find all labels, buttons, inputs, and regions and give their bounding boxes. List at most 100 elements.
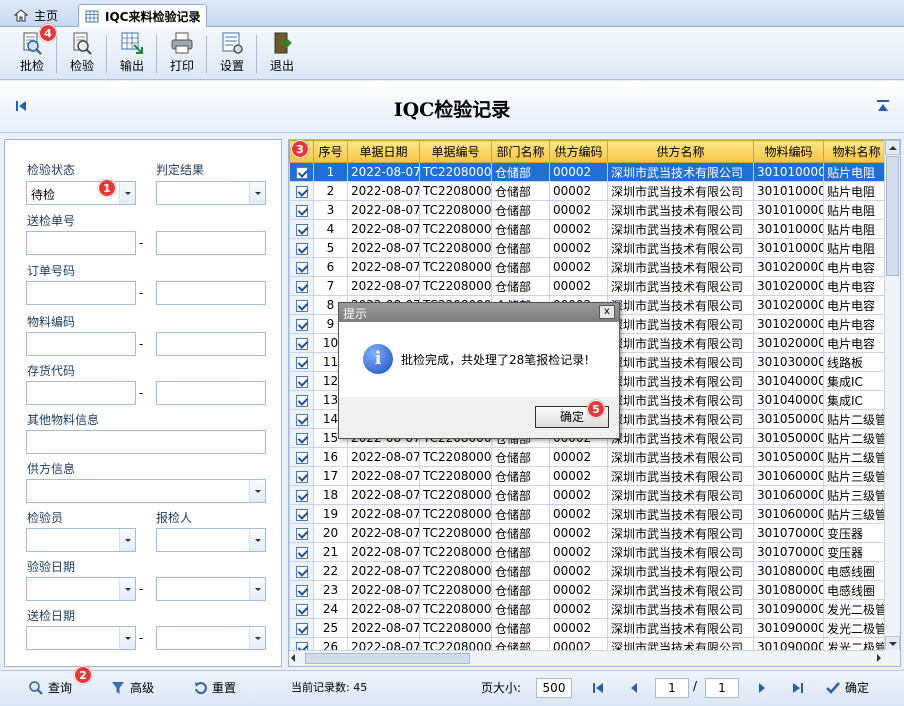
row-checkbox[interactable]	[289, 295, 314, 315]
chevron-down-icon[interactable]	[119, 627, 135, 649]
stock-code-to[interactable]	[156, 381, 266, 405]
table-row[interactable]: 7 2022-08-07 TC22080001 仓储部 00002 深圳市武当技术有限公司…	[289, 276, 890, 296]
row-checkbox[interactable]	[289, 352, 314, 372]
checkbox-checked-icon[interactable]	[295, 318, 308, 331]
collapse-icon[interactable]	[876, 99, 890, 113]
column-header[interactable]: 物料编码	[753, 140, 824, 163]
vertical-scrollbar[interactable]	[884, 140, 900, 651]
row-checkbox[interactable]	[289, 200, 314, 220]
checkbox-checked-icon[interactable]	[295, 394, 308, 407]
send-date-from[interactable]	[26, 626, 136, 650]
reset-button[interactable]: 重置	[192, 679, 236, 696]
inspection-no-from[interactable]	[26, 231, 136, 255]
checkbox-checked-icon[interactable]	[295, 299, 308, 312]
row-checkbox[interactable]	[289, 466, 314, 486]
page-size-input[interactable]: 500	[536, 678, 572, 698]
row-checkbox[interactable]	[289, 371, 314, 391]
scroll-thumb[interactable]	[886, 156, 899, 276]
table-row[interactable]: 4 2022-08-07 TC22080001 仓储部 00002 深圳市武当技术有限公司…	[289, 219, 890, 239]
print-button[interactable]: 打印	[160, 31, 204, 77]
row-checkbox[interactable]	[289, 257, 314, 277]
checkbox-checked-icon[interactable]	[295, 603, 308, 616]
table-row[interactable]: 24 2022-08-07 TC22080001 仓储部 00002 深圳市武当技术有限公…	[289, 599, 890, 619]
checkbox-checked-icon[interactable]	[295, 451, 308, 464]
checkbox-checked-icon[interactable]	[295, 204, 308, 217]
row-checkbox[interactable]	[289, 333, 314, 353]
table-row[interactable]: 2 2022-08-07 TC22080001 仓储部 00002 深圳市武当技术有限公司…	[289, 181, 890, 201]
row-checkbox[interactable]	[289, 523, 314, 543]
row-checkbox[interactable]	[289, 409, 314, 429]
row-checkbox[interactable]	[289, 428, 314, 448]
row-checkbox[interactable]	[289, 181, 314, 201]
row-checkbox[interactable]	[289, 314, 314, 334]
tab-iqc-records[interactable]: IQC来料检验记录	[78, 4, 208, 27]
row-checkbox[interactable]	[289, 485, 314, 505]
chevron-down-icon[interactable]	[249, 182, 265, 204]
next-page-icon[interactable]	[755, 681, 769, 695]
column-header[interactable]: 单据编号	[419, 140, 492, 163]
material-code-to[interactable]	[156, 332, 266, 356]
current-page-input[interactable]: 1	[655, 678, 689, 698]
row-checkbox[interactable]	[289, 162, 314, 182]
table-row[interactable]: 1 2022-08-07 TC22080001 仓储部 00002 深圳市武当技术有限公司…	[289, 162, 890, 182]
table-row[interactable]: 19 2022-08-07 TC22080001 仓储部 00002 深圳市武当技术有限公…	[289, 504, 890, 524]
chevron-down-icon[interactable]	[249, 627, 265, 649]
checkbox-checked-icon[interactable]	[295, 413, 308, 426]
checkbox-checked-icon[interactable]	[295, 527, 308, 540]
column-header[interactable]: 单据日期	[347, 140, 420, 163]
column-header[interactable]: 供方编码	[549, 140, 608, 163]
checkbox-checked-icon[interactable]	[295, 375, 308, 388]
scroll-right-icon[interactable]	[877, 654, 881, 662]
column-header[interactable]: 物料名称	[823, 140, 890, 163]
row-checkbox[interactable]	[289, 238, 314, 258]
checkbox-checked-icon[interactable]	[295, 432, 308, 445]
scroll-left-icon[interactable]	[291, 654, 295, 662]
chevron-down-icon[interactable]	[119, 182, 135, 204]
checkbox-checked-icon[interactable]	[295, 546, 308, 559]
checkbox-checked-icon[interactable]	[295, 223, 308, 236]
row-checkbox[interactable]	[289, 542, 314, 562]
inspect-button[interactable]: 检验	[60, 31, 104, 77]
advanced-button[interactable]: 高级	[110, 679, 154, 696]
chevron-down-icon[interactable]	[249, 529, 265, 551]
table-row[interactable]: 23 2022-08-07 TC22080001 仓储部 00002 深圳市武当技术有限公…	[289, 580, 890, 600]
scroll-down-icon[interactable]	[885, 636, 900, 651]
table-row[interactable]: 6 2022-08-07 TC22080001 仓储部 00002 深圳市武当技术有限公司…	[289, 257, 890, 277]
checkbox-checked-icon[interactable]	[295, 622, 308, 635]
row-checkbox[interactable]	[289, 504, 314, 524]
export-button[interactable]: 输出	[110, 31, 154, 77]
other-info-input[interactable]	[26, 430, 266, 454]
checkbox-checked-icon[interactable]	[295, 166, 308, 179]
confirm-button[interactable]: 确定	[825, 679, 869, 696]
checkbox-checked-icon[interactable]	[295, 242, 308, 255]
result-select[interactable]	[156, 181, 266, 205]
chevron-down-icon[interactable]	[249, 578, 265, 600]
chevron-down-icon[interactable]	[249, 480, 265, 502]
row-checkbox[interactable]	[289, 276, 314, 296]
table-row[interactable]: 5 2022-08-07 TC22080001 仓储部 00002 深圳市武当技术有限公司…	[289, 238, 890, 258]
column-header[interactable]: 部门名称	[491, 140, 550, 163]
table-row[interactable]: 16 2022-08-07 TC22080001 仓储部 00002 深圳市武当技术有限公…	[289, 447, 890, 467]
order-no-to[interactable]	[156, 281, 266, 305]
table-row[interactable]: 17 2022-08-07 TC22080001 仓储部 00002 深圳市武当技术有限公…	[289, 466, 890, 486]
column-header[interactable]: 序号	[313, 140, 348, 163]
table-row[interactable]: 20 2022-08-07 TC22080001 仓储部 00002 深圳市武当技术有限公…	[289, 523, 890, 543]
first-page-icon[interactable]	[591, 681, 605, 695]
chevron-down-icon[interactable]	[119, 578, 135, 600]
scroll-thumb[interactable]	[305, 653, 470, 664]
inspection-no-to[interactable]	[156, 231, 266, 255]
last-page-icon[interactable]	[791, 681, 805, 695]
checkbox-checked-icon[interactable]	[295, 470, 308, 483]
inspect-date-to[interactable]	[156, 577, 266, 601]
settings-button[interactable]: 设置	[210, 31, 254, 77]
inspector-select[interactable]	[26, 528, 136, 552]
previous-page-icon[interactable]	[627, 681, 641, 695]
checkbox-checked-icon[interactable]	[295, 261, 308, 274]
send-date-to[interactable]	[156, 626, 266, 650]
status-select[interactable]: 待检	[26, 181, 136, 205]
row-checkbox[interactable]	[289, 599, 314, 619]
table-row[interactable]: 25 2022-08-07 TC22080001 仓储部 00002 深圳市武当技术有限公…	[289, 618, 890, 638]
inspect-date-from[interactable]	[26, 577, 136, 601]
row-checkbox[interactable]	[289, 618, 314, 638]
row-checkbox[interactable]	[289, 580, 314, 600]
